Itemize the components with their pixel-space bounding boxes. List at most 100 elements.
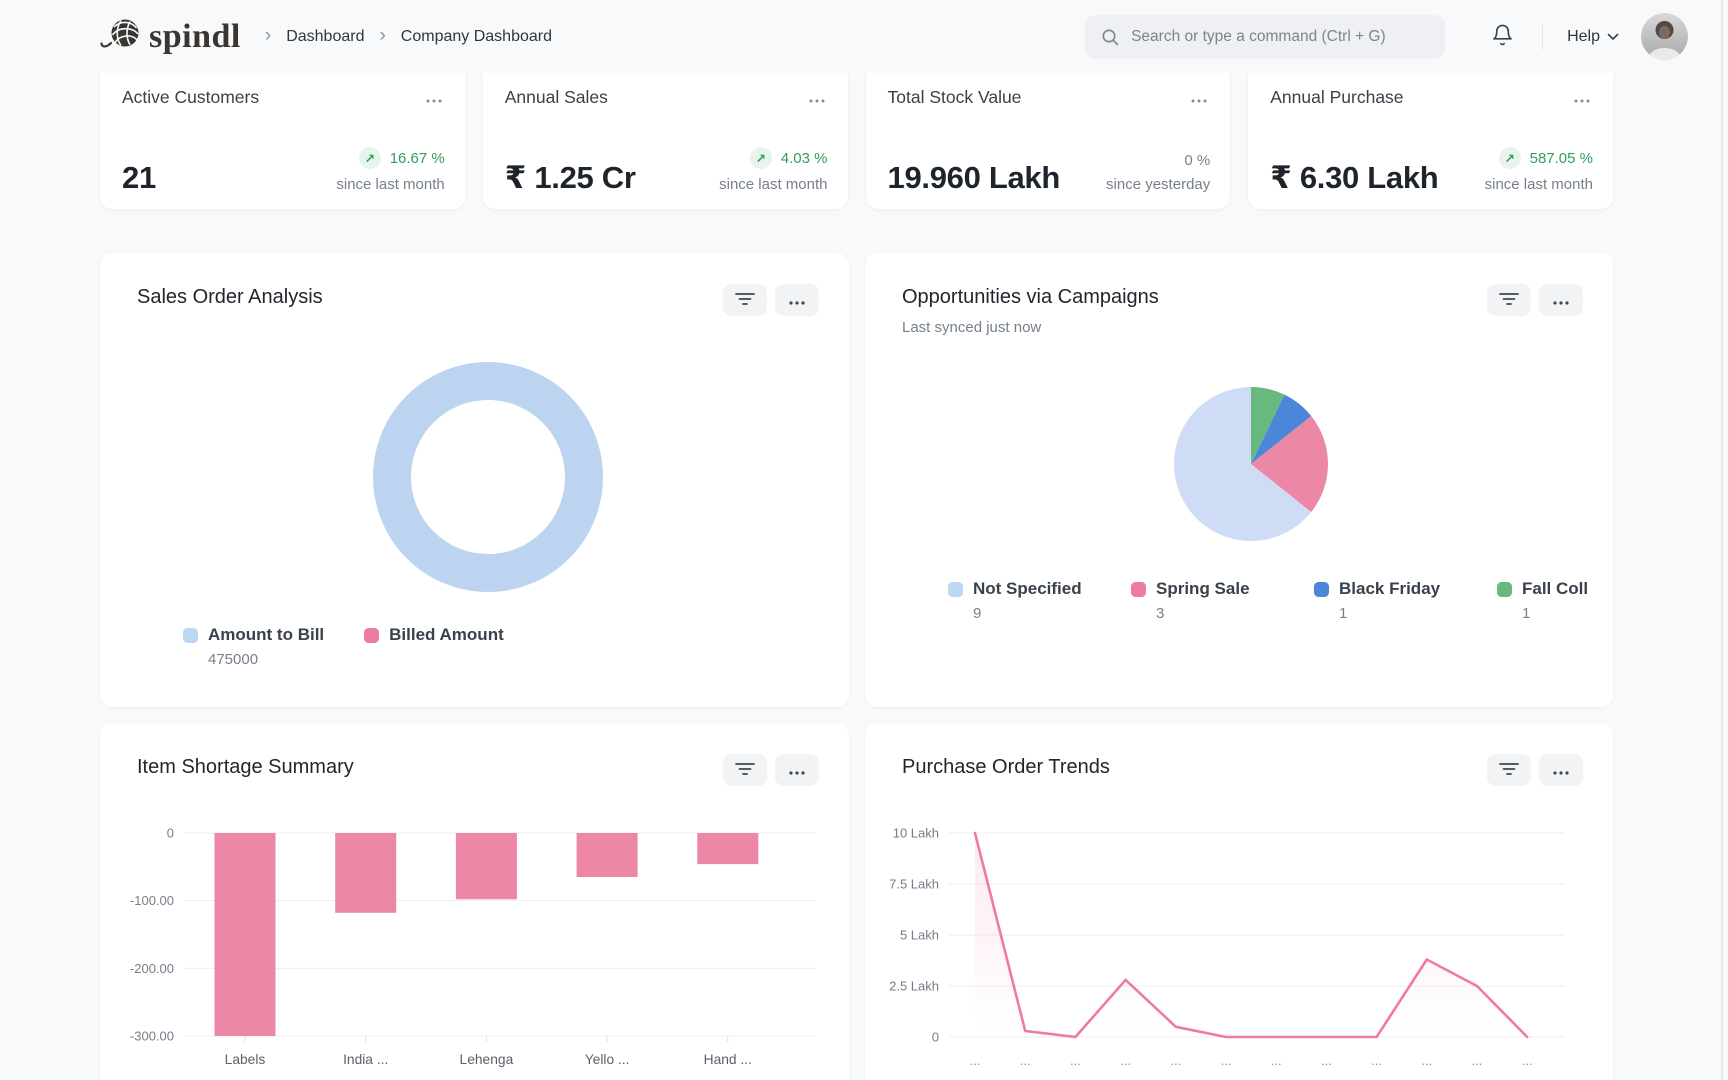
breadcrumb-chevron-icon: › (264, 25, 272, 46)
kpi-card-active-customers: Active Customers 21 ↗ 16.67 % since last … (100, 61, 465, 209)
legend-label: Not Specified (973, 579, 1082, 598)
kpi-value: 19.960 Lakh (887, 160, 1061, 195)
donut-legend: Amount to Bill 475000 Billed Amount (183, 625, 504, 668)
legend-value: 3 (1156, 605, 1165, 622)
kpi-change: 0 % since yesterday (1106, 152, 1210, 193)
svg-text:2.5 Lakh: 2.5 Lakh (889, 979, 939, 994)
chart-row-2: Item Shortage Summary 0 -100.00 -200.00 -30… (100, 723, 1613, 1080)
legend-label: Amount to Bill (208, 625, 325, 644)
kpi-period: since last month (336, 176, 445, 193)
legend-swatch (948, 582, 963, 597)
kpi-card-row: Active Customers 21 ↗ 16.67 % since last … (100, 61, 1613, 209)
filter-button[interactable] (723, 284, 767, 316)
kpi-card-total-stock-value: Total Stock Value 19.960 Lakh 0 % since … (865, 61, 1231, 209)
legend-label: Spring Sale (1156, 579, 1250, 598)
kpi-period: since yesterday (1106, 176, 1211, 193)
svg-text:...: ... (1321, 1053, 1332, 1068)
card-menu-button[interactable] (1188, 87, 1210, 110)
legend-label: Black Friday (1339, 579, 1441, 598)
svg-text:-300.00: -300.00 (130, 1029, 174, 1044)
dashboard-page: spindl › Dashboard › Company Dashboard S… (0, 0, 1728, 1080)
opportunities-via-campaigns-card: Opportunities via Campaigns Last synced … (865, 253, 1613, 707)
svg-text:...: ... (1522, 1053, 1533, 1068)
filter-button[interactable] (1487, 754, 1531, 786)
kpi-value: 21 (122, 160, 156, 195)
svg-text:India ...: India ... (343, 1052, 388, 1067)
pie-legend: Not Specified 9 Spring Sale 3 Black Frid… (948, 579, 1613, 622)
user-avatar[interactable] (1641, 13, 1688, 60)
filter-lines-icon (1499, 292, 1519, 309)
kpi-change-percent: 16.67 % (389, 149, 445, 167)
svg-text:5 Lakh: 5 Lakh (900, 928, 939, 943)
kpi-period: since last month (1484, 176, 1593, 193)
svg-text:10 Lakh: 10 Lakh (893, 826, 939, 841)
purchase-order-trends-card: Purchase Order Trends 10 Lakh 7.5 Lakh 5 L… (865, 723, 1613, 1080)
svg-text:...: ... (1120, 1053, 1131, 1068)
scrollbar-track[interactable] (1721, 0, 1723, 1080)
legend-value: 475000 (208, 651, 259, 668)
pie-chart[interactable] (865, 253, 1613, 707)
card-menu-button[interactable] (1571, 87, 1593, 110)
chart-row-1: Sales Order Analysis Amount to Bill 4750… (100, 253, 1613, 707)
help-menu[interactable]: Help (1567, 28, 1619, 46)
card-menu-button[interactable] (423, 87, 445, 110)
legend-label: Fall Coll (1522, 579, 1589, 598)
kpi-change-percent: 0 % (1184, 152, 1211, 169)
kpi-value: ₹ 1.25 Cr (504, 160, 636, 195)
filter-button[interactable] (1487, 284, 1531, 316)
legend-item-fall-collection: Fall Coll 1 (1497, 579, 1613, 622)
breadcrumb-chevron-icon: › (379, 25, 386, 46)
more-button[interactable] (1539, 284, 1583, 316)
more-button[interactable] (775, 754, 819, 786)
notifications-button[interactable] (1491, 23, 1514, 50)
breadcrumb-dashboard[interactable]: Dashboard (286, 28, 364, 46)
breadcrumb-company-dashboard[interactable]: Company Dashboard (401, 28, 552, 46)
legend-swatch (1497, 582, 1512, 597)
filter-lines-icon (1499, 762, 1519, 779)
ellipsis-icon (1573, 91, 1591, 106)
filter-button[interactable] (723, 754, 767, 786)
kpi-change: ↗ 4.03 % since last month (719, 147, 828, 193)
kpi-title: Active Customers (122, 87, 260, 107)
kpi-change: ↗ 16.67 % since last month (336, 147, 445, 193)
ellipsis-icon (788, 293, 806, 308)
kpi-title: Annual Purchase (1270, 87, 1404, 107)
legend-item-amount-to-bill: Amount to Bill 475000 (183, 625, 324, 668)
legend-label: Billed Amount (389, 625, 504, 644)
svg-text:0: 0 (167, 826, 174, 841)
legend-swatch (1131, 582, 1146, 597)
card-menu-button[interactable] (806, 87, 828, 110)
sales-order-analysis-card: Sales Order Analysis Amount to Bill 4750… (100, 253, 849, 707)
legend-value: 1 (1522, 605, 1531, 622)
logo-wordmark: spindl (149, 17, 241, 55)
ellipsis-icon (808, 91, 826, 106)
svg-text:...: ... (1020, 1053, 1031, 1068)
legend-value: 9 (973, 605, 982, 622)
svg-text:0: 0 (932, 1030, 939, 1045)
kpi-card-annual-purchase: Annual Purchase ₹ 6.30 Lakh ↗ 587.05 % si… (1248, 61, 1613, 209)
more-button[interactable] (775, 284, 819, 316)
svg-text:7.5 Lakh: 7.5 Lakh (889, 877, 939, 892)
svg-text:...: ... (1421, 1053, 1432, 1068)
breadcrumb: › Dashboard › Company Dashboard (264, 25, 552, 46)
trend-up-icon: ↗ (749, 147, 772, 169)
top-navbar: spindl › Dashboard › Company Dashboard S… (0, 0, 1728, 73)
svg-text:...: ... (970, 1053, 981, 1068)
svg-text:Yello ...: Yello ... (585, 1052, 630, 1067)
kpi-change-percent: 587.05 % (1529, 149, 1593, 167)
svg-text:Lehenga: Lehenga (460, 1052, 514, 1067)
ellipsis-icon (1552, 293, 1570, 308)
help-label: Help (1567, 27, 1600, 45)
kpi-change: ↗ 587.05 % since last month (1485, 147, 1593, 193)
legend-item-not-specified: Not Specified 9 (948, 579, 1131, 622)
kpi-title: Total Stock Value (887, 87, 1022, 107)
more-button[interactable] (1539, 754, 1583, 786)
trend-up-icon: ↗ (1498, 147, 1521, 169)
search-input[interactable] (1085, 14, 1446, 59)
svg-text:...: ... (1371, 1053, 1382, 1068)
item-shortage-summary-card: Item Shortage Summary 0 -100.00 -200.00 -30… (100, 723, 849, 1080)
svg-text:-100.00: -100.00 (130, 893, 174, 908)
svg-text:Hand ...: Hand ... (704, 1052, 752, 1067)
app-logo[interactable]: spindl (99, 16, 241, 57)
kpi-title: Annual Sales (504, 87, 608, 107)
